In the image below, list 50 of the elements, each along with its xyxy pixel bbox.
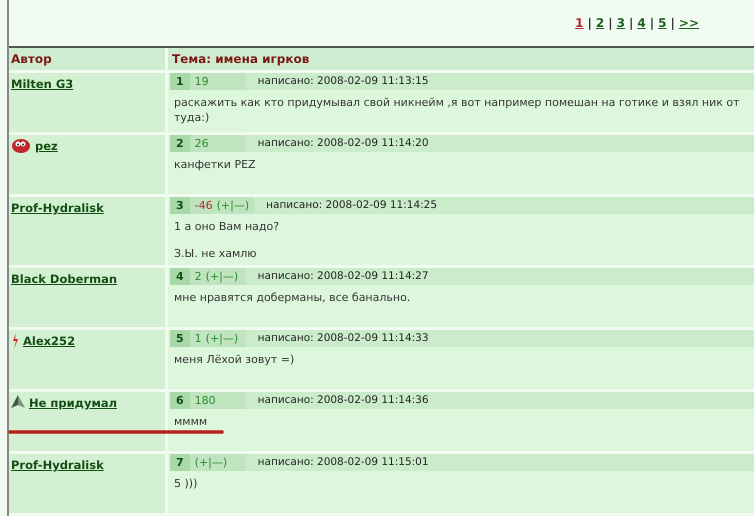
- author-link[interactable]: Milten G3: [11, 76, 74, 94]
- message-text: раскажить как кто придумывал свой никнейм ,я вот например помешан на готике и взял ник от туда:): [174, 95, 741, 125]
- separator: |: [608, 15, 613, 32]
- author-link[interactable]: pez: [35, 138, 58, 156]
- message-text: канфетки PEZ: [174, 157, 257, 172]
- page-link[interactable]: 3: [616, 14, 625, 46]
- lightning-icon: [11, 333, 19, 349]
- message-text: мммм: [174, 414, 208, 429]
- page-link[interactable]: 5: [658, 14, 666, 46]
- post-number: 7: [170, 454, 190, 471]
- blob-creature-icon: [11, 138, 31, 154]
- post-date: написано: 2008-02-09 11:14:20: [256, 136, 429, 151]
- page-link[interactable]: 2: [596, 14, 604, 46]
- separator: |: [629, 15, 634, 32]
- separator: |: [588, 15, 592, 32]
- post-date: написано: 2008-02-09 11:14:25: [265, 198, 438, 213]
- separator: |: [650, 15, 654, 32]
- separator: |: [670, 15, 675, 32]
- message-text: меня Лёхой зовут =): [174, 352, 296, 367]
- post-date: написано: 2008-02-09 11:13:15: [256, 74, 429, 89]
- rating: 2: [194, 269, 202, 285]
- post-number: 4: [170, 268, 190, 285]
- page-link[interactable]: 1: [575, 14, 584, 46]
- column-header: Тема: имена игрков: [165, 48, 754, 70]
- rating: 1: [194, 331, 202, 347]
- post-date: написано: 2008-02-09 11:14:27: [256, 268, 429, 284]
- post-date: написано: 2008-02-09 11:14:36: [256, 392, 429, 408]
- message-text: З.Ы. не хамлю: [174, 246, 258, 261]
- page-link[interactable]: 4: [637, 14, 646, 46]
- rating: 26: [194, 136, 209, 152]
- author-link[interactable]: Alex252: [23, 333, 76, 350]
- pyramid-icon: [11, 395, 25, 409]
- message-text: мне нравятся доберманы, все банально.: [174, 290, 412, 305]
- rating: -46: [194, 198, 213, 214]
- rating: 180: [194, 393, 216, 409]
- post-number: 5: [170, 330, 190, 347]
- post-number: 2: [170, 135, 190, 152]
- rating: 19: [194, 74, 209, 90]
- message-text: 1 а оно Вам надо?: [174, 219, 280, 234]
- author-link[interactable]: Не придумал: [29, 395, 118, 412]
- column-header: Автор: [10, 51, 53, 68]
- post-number: 1: [170, 73, 190, 90]
- post-date: написано: 2008-02-09 11:14:33: [256, 330, 429, 346]
- post-number: 6: [170, 392, 190, 409]
- author-link[interactable]: Prof-Hydralisk: [11, 457, 104, 474]
- post-number: 3: [170, 197, 190, 214]
- post-date: написано: 2008-02-09 11:15:01: [256, 454, 429, 470]
- message-text: 5 ))): [174, 476, 198, 491]
- page-link[interactable]: >>: [678, 14, 699, 46]
- author-link[interactable]: Prof-Hydralisk: [11, 200, 104, 218]
